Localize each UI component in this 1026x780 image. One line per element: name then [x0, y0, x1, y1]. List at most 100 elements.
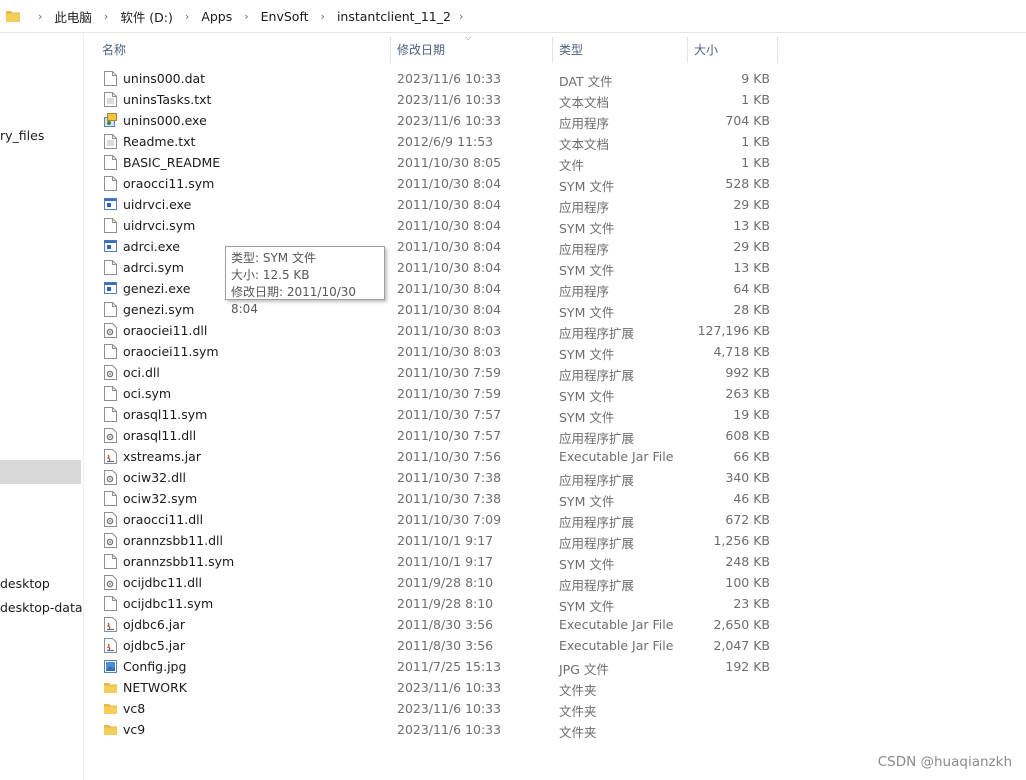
column-divider[interactable]	[777, 37, 778, 63]
file-type: SYM 文件	[559, 557, 615, 572]
file-type: SYM 文件	[559, 599, 615, 614]
exe-icon	[104, 281, 117, 296]
file-row[interactable]: ojdbc5.jar 2011/8/30 3:56 Executable Jar F…	[0, 635, 780, 656]
file-name: orannzsbb11.dll	[123, 533, 223, 548]
file-type: Executable Jar File	[559, 638, 674, 653]
chevron-right-icon: ›	[320, 9, 325, 23]
file-date: 2011/10/30 8:04	[397, 281, 502, 296]
file-type: 应用程序扩展	[559, 515, 635, 530]
file-row[interactable]: NETWORK 2023/11/6 10:33 文件夹	[0, 677, 780, 698]
column-header-date[interactable]: 修改日期	[397, 33, 445, 65]
file-name: vc8	[123, 701, 146, 716]
file-type: 应用程序	[559, 284, 610, 299]
file-row[interactable]: oraocci11.dll 2011/10/30 7:09 应用程序扩展 672 KB	[0, 509, 780, 530]
file-row[interactable]: adrci.sym 2011/10/30 8:04 SYM 文件 13 KB	[0, 257, 780, 278]
column-header-label: 修改日期	[397, 42, 446, 57]
file-name: xstreams.jar	[123, 449, 201, 464]
file-row[interactable]: unins000.exe 2023/11/6 10:33 应用程序 704 KB	[0, 110, 780, 131]
file-date: 2011/10/30 8:03	[397, 344, 502, 359]
file-row[interactable]: orasql11.sym 2011/10/30 7:57 SYM 文件 19 KB	[0, 404, 780, 425]
file-type: 文本文档	[559, 137, 610, 152]
column-divider[interactable]	[390, 37, 391, 63]
file-row[interactable]: ocijdbc11.sym 2011/9/28 8:10 SYM 文件 23 KB	[0, 593, 780, 614]
file-row[interactable]: oraocci11.sym 2011/10/30 8:04 SYM 文件 528 KB	[0, 173, 780, 194]
file-size: 192 KB	[725, 659, 770, 674]
file-name: vc9	[123, 722, 146, 737]
file-size: 19 KB	[733, 407, 770, 422]
breadcrumb-envsoft[interactable]: EnvSoft	[261, 9, 309, 24]
address-bar[interactable]: › 此电脑 › 软件 (D:) › Apps › EnvSoft › insta…	[0, 0, 1026, 33]
file-size: 13 KB	[733, 260, 770, 275]
file-type: 应用程序扩展	[559, 473, 635, 488]
file-row[interactable]: Config.jpg 2011/7/25 15:13 JPG 文件 192 KB	[0, 656, 780, 677]
breadcrumb-instantclient[interactable]: instantclient_11_2	[337, 9, 451, 24]
file-size: 704 KB	[725, 113, 770, 128]
dll-icon	[104, 428, 117, 443]
file-row[interactable]: genezi.exe 2011/10/30 8:04 应用程序 64 KB	[0, 278, 780, 299]
file-row[interactable]: BASIC_README 2011/10/30 8:05 文件 1 KB	[0, 152, 780, 173]
file-row[interactable]: oci.sym 2011/10/30 7:59 SYM 文件 263 KB	[0, 383, 780, 404]
column-header-type[interactable]: 类型	[559, 33, 583, 65]
file-row[interactable]: uidrvci.sym 2011/10/30 8:04 SYM 文件 13 KB	[0, 215, 780, 236]
folder-icon	[104, 680, 117, 695]
file-row[interactable]: genezi.sym 2011/10/30 8:04 SYM 文件 28 KB	[0, 299, 780, 320]
breadcrumb-apps[interactable]: Apps	[201, 9, 232, 24]
column-header-name[interactable]: 名称	[102, 33, 126, 65]
file-row[interactable]: uninsTasks.txt 2023/11/6 10:33 文本文档 1 KB	[0, 89, 780, 110]
file-date: 2011/10/30 7:38	[397, 491, 502, 506]
file-size: 340 KB	[725, 470, 770, 485]
text-file-icon	[104, 92, 117, 107]
file-type: 应用程序	[559, 242, 610, 257]
file-type: 应用程序扩展	[559, 326, 635, 341]
file-type: 应用程序扩展	[559, 536, 635, 551]
file-date: 2023/11/6 10:33	[397, 722, 502, 737]
file-row[interactable]: uidrvci.exe 2011/10/30 8:04 应用程序 29 KB	[0, 194, 780, 215]
file-row[interactable]: oraociei11.dll 2011/10/30 8:03 应用程序扩展 127,1…	[0, 320, 780, 341]
column-header-label: 名称	[102, 42, 127, 57]
file-row[interactable]: oraociei11.sym 2011/10/30 8:03 SYM 文件 4,718…	[0, 341, 780, 362]
file-type: Executable Jar File	[559, 617, 674, 632]
column-header-label: 大小	[694, 42, 719, 57]
file-date: 2011/10/30 7:56	[397, 449, 502, 464]
breadcrumb-this-pc[interactable]: 此电脑	[54, 7, 92, 26]
file-row[interactable]: unins000.dat 2023/11/6 10:33 DAT 文件 9 KB	[0, 68, 780, 89]
file-row[interactable]: oci.dll 2011/10/30 7:59 应用程序扩展 992 KB	[0, 362, 780, 383]
file-icon	[104, 554, 117, 569]
file-row[interactable]: ocijdbc11.dll 2011/9/28 8:10 应用程序扩展 100 KB	[0, 572, 780, 593]
file-row[interactable]: orannzsbb11.dll 2011/10/1 9:17 应用程序扩展 1,256…	[0, 530, 780, 551]
file-row[interactable]: vc9 2023/11/6 10:33 文件夹	[0, 719, 780, 740]
file-date: 2011/10/30 8:04	[397, 260, 502, 275]
file-name: ojdbc6.jar	[123, 617, 186, 632]
file-name: genezi.exe	[123, 281, 191, 296]
column-divider[interactable]	[687, 37, 688, 63]
file-size: 13 KB	[733, 218, 770, 233]
file-date: 2023/11/6 10:33	[397, 680, 502, 695]
file-name: oraocci11.dll	[123, 512, 204, 527]
chevron-right-icon[interactable]: ›	[459, 10, 463, 23]
file-row[interactable]: adrci.exe 2011/10/30 8:04 应用程序 29 KB	[0, 236, 780, 257]
file-name: oraocci11.sym	[123, 176, 215, 191]
exe-icon	[104, 197, 117, 212]
file-row[interactable]: ojdbc6.jar 2011/8/30 3:56 Executable Jar F…	[0, 614, 780, 635]
file-type: 文本文档	[559, 95, 610, 110]
file-row[interactable]: orasql11.dll 2011/10/30 7:57 应用程序扩展 608 KB	[0, 425, 780, 446]
column-divider[interactable]	[552, 37, 553, 63]
breadcrumb-drive-d[interactable]: 软件 (D:)	[120, 7, 173, 26]
file-name: Config.jpg	[123, 659, 187, 674]
file-row[interactable]: Readme.txt 2012/6/9 11:53 文本文档 1 KB	[0, 131, 780, 152]
file-row[interactable]: ociw32.dll 2011/10/30 7:38 应用程序扩展 340 KB	[0, 467, 780, 488]
file-date: 2011/10/30 7:57	[397, 407, 502, 422]
folder-icon	[6, 11, 20, 22]
file-icon	[104, 155, 117, 170]
file-row[interactable]: ociw32.sym 2011/10/30 7:38 SYM 文件 46 KB	[0, 488, 780, 509]
column-header-size[interactable]: 大小	[694, 33, 718, 65]
file-size: 29 KB	[733, 197, 770, 212]
file-size: 672 KB	[725, 512, 770, 527]
file-size: 248 KB	[725, 554, 770, 569]
file-date: 2011/10/30 7:57	[397, 428, 502, 443]
file-row[interactable]: vc8 2023/11/6 10:33 文件夹	[0, 698, 780, 719]
file-row[interactable]: orannzsbb11.sym 2011/10/1 9:17 SYM 文件 248 K…	[0, 551, 780, 572]
file-date: 2023/11/6 10:33	[397, 113, 502, 128]
file-row[interactable]: xstreams.jar 2011/10/30 7:56 Executable Ja…	[0, 446, 780, 467]
jar-icon	[104, 617, 117, 632]
